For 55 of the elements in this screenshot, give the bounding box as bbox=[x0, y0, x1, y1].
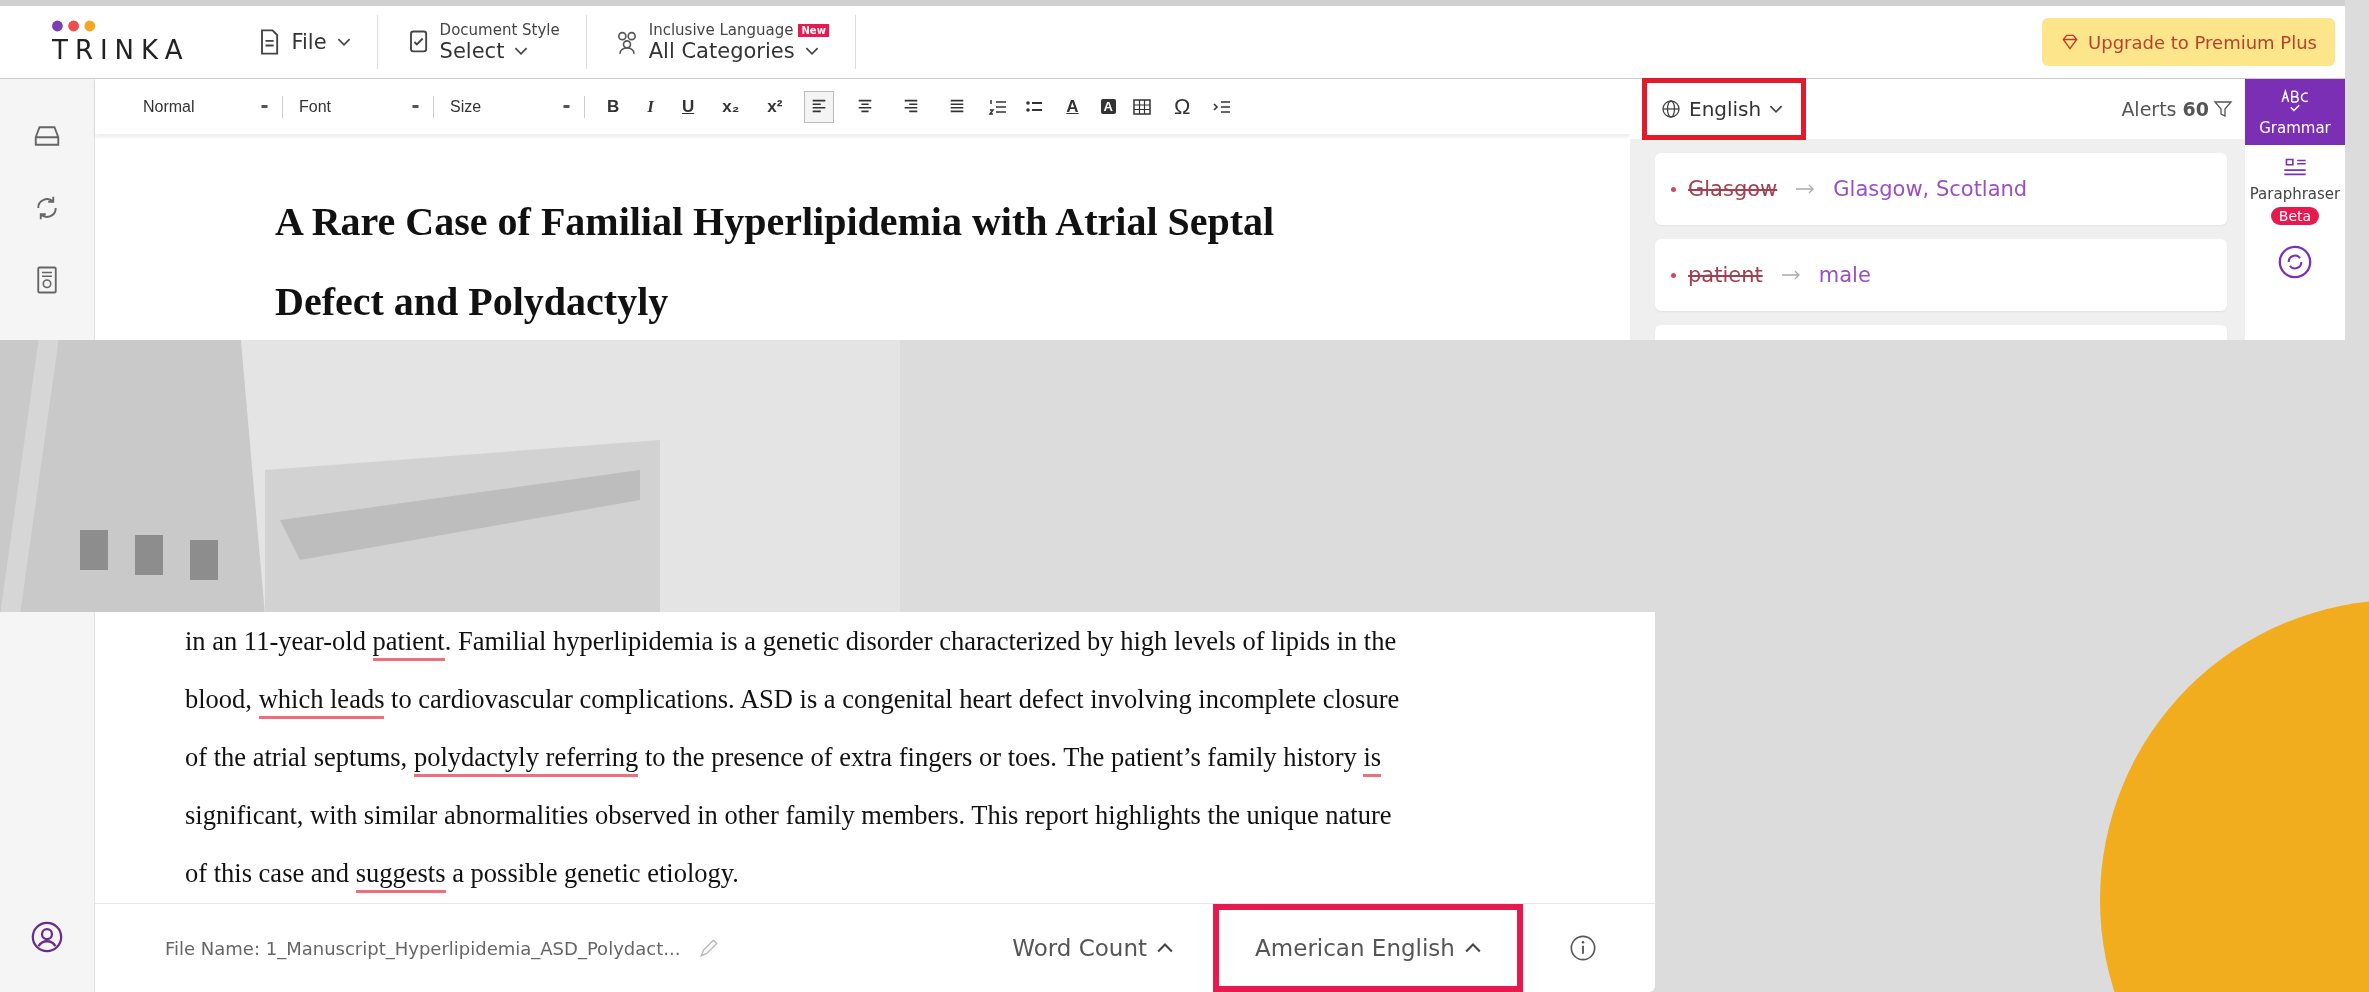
toolbar-button[interactable]: I bbox=[641, 94, 660, 119]
arrow-icon bbox=[1795, 184, 1816, 194]
globe-icon bbox=[1661, 99, 1681, 119]
menu-button[interactable]: Document Style Select bbox=[377, 15, 587, 69]
body-text-line: of the atrial septums, polydactyly referring to the presence of extra fingers or toes. The patient’s family history is bbox=[185, 728, 1655, 786]
tool-tab[interactable]: Grammar bbox=[2245, 79, 2345, 145]
alerts-count: Alerts 60 bbox=[2121, 98, 2209, 120]
filter-icon[interactable] bbox=[2213, 99, 2233, 119]
chevron-up-icon bbox=[1157, 943, 1173, 953]
toolbar-dropdown[interactable]: Normal bbox=[143, 95, 283, 118]
menu-button[interactable]: File bbox=[229, 15, 378, 69]
user-icon[interactable] bbox=[30, 920, 64, 954]
toolbar-button[interactable]: U bbox=[675, 94, 701, 119]
toolbar-button[interactable]: Ω bbox=[1168, 91, 1197, 122]
info-icon[interactable] bbox=[1569, 934, 1597, 962]
suggestion-card[interactable]: patient male bbox=[1655, 239, 2227, 311]
caret-icon bbox=[412, 105, 419, 108]
suggestion-card[interactable]: Glasgow Glasgow, Scotland bbox=[1655, 153, 2227, 225]
suggestion-text: male bbox=[1818, 263, 1871, 287]
dot-icon bbox=[1671, 186, 1676, 192]
body-text-line: in an 11-year-old patient. Familial hyperlipidemia is a genetic disorder characterized by high levels of lipids in the bbox=[185, 612, 1655, 670]
chevron-down-icon bbox=[336, 37, 351, 47]
word-count-button[interactable]: Word Count bbox=[992, 904, 1193, 992]
arrow-icon bbox=[1780, 270, 1801, 280]
body-text-line: significant, with similar abnormalities observed in other family members. This report highlights the unique nature bbox=[185, 799, 1393, 832]
original-word: Glasgow bbox=[1688, 177, 1778, 201]
table-icon[interactable] bbox=[1132, 96, 1152, 117]
chevron-up-icon bbox=[1464, 943, 1481, 953]
chevron-down-icon bbox=[1769, 104, 1784, 114]
chevron-down-icon bbox=[804, 46, 819, 56]
body-text-line: blood, which leads to cardiovascular complications. ASD is a congenital heart defect involving incomplete closure bbox=[185, 670, 1655, 728]
dot-icon bbox=[1671, 272, 1676, 278]
suggestion-text: Glasgow, Scotland bbox=[1833, 177, 2028, 201]
align-left-icon[interactable] bbox=[804, 90, 835, 123]
caret-icon bbox=[261, 105, 268, 108]
toolbar-button[interactable]: A bbox=[1060, 94, 1085, 119]
file-name: File Name: 1_Manuscript_Hyperlipidemia_ASD_Polydact... bbox=[165, 937, 681, 959]
toolbar-button[interactable]: A bbox=[1100, 99, 1116, 114]
language-button[interactable]: American English bbox=[1213, 904, 1523, 992]
menu-button[interactable]: Inclusive Language New All Categories bbox=[586, 15, 856, 69]
document-title: A Rare Case of Familial Hyperlipidemia with Atrial Septal bbox=[275, 198, 1276, 246]
language-dropdown[interactable]: English bbox=[1642, 78, 1807, 140]
original-word: patient bbox=[1688, 263, 1763, 287]
logo-text: TRINKA bbox=[52, 35, 190, 65]
upgrade-button[interactable]: Upgrade to Premium Plus bbox=[2042, 18, 2335, 66]
caret-icon bbox=[563, 105, 570, 108]
body-text-line: of this case and suggests a possible genetic etiology. bbox=[185, 844, 1655, 902]
toolbar-dropdown[interactable]: Size bbox=[450, 95, 585, 118]
toolbar-button[interactable]: x² bbox=[761, 94, 789, 119]
toolbar-button[interactable]: B bbox=[601, 94, 626, 119]
toolbar-button[interactable]: x₂ bbox=[716, 94, 746, 119]
refresh-circle-icon bbox=[2276, 243, 2314, 281]
document-title: Defect and Polydactyly bbox=[275, 278, 670, 326]
chevron-down-icon bbox=[514, 46, 529, 56]
toolbar-dropdown[interactable]: Font bbox=[299, 95, 434, 118]
